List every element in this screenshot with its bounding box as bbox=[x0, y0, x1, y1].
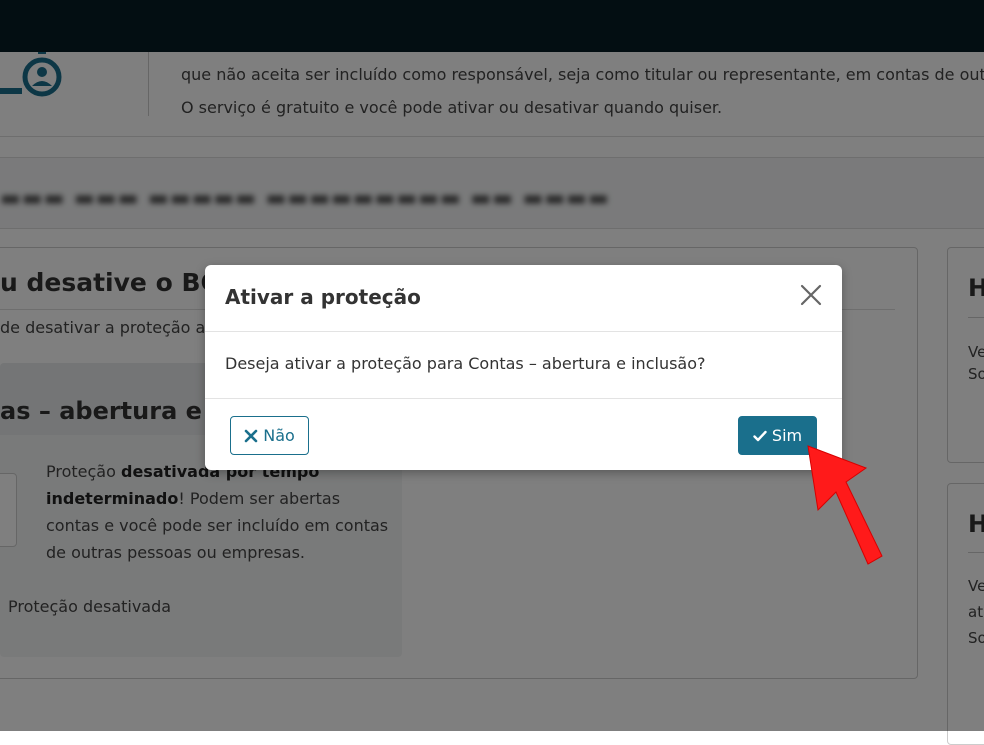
check-icon bbox=[753, 430, 767, 441]
red-arrow-icon bbox=[807, 445, 883, 565]
no-button-label: Não bbox=[263, 426, 295, 445]
yes-button-label: Sim bbox=[771, 426, 803, 445]
close-icon[interactable] bbox=[800, 284, 822, 306]
dialog-message: Deseja ativar a proteção para Contas – a… bbox=[225, 354, 706, 373]
no-button[interactable]: Não bbox=[230, 416, 309, 455]
dialog-body: Deseja ativar a proteção para Contas – a… bbox=[205, 332, 842, 399]
activate-protection-dialog: Ativar a proteção Deseja ativar a proteç… bbox=[205, 265, 842, 470]
dialog-header: Ativar a proteção bbox=[205, 265, 842, 332]
x-icon bbox=[244, 429, 258, 442]
dialog-title: Ativar a proteção bbox=[225, 285, 421, 309]
